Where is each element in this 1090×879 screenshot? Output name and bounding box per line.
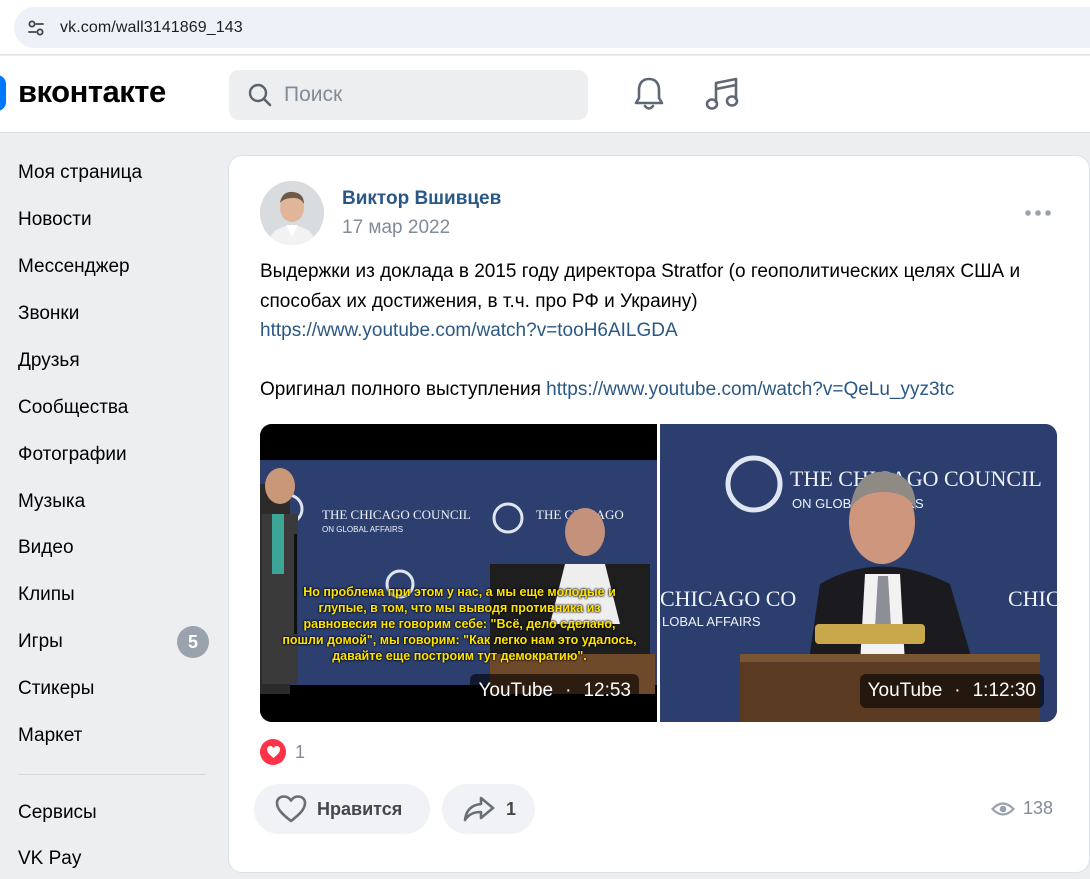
browser-bar: vk.com/wall3141869_143 bbox=[0, 0, 1090, 55]
video-1-duration: 12:53 bbox=[583, 680, 631, 701]
video-2-duration: 1:12:30 bbox=[972, 680, 1036, 701]
post-date[interactable]: 17 мар 2022 bbox=[342, 217, 450, 239]
video-2-separator: · bbox=[954, 680, 961, 701]
sidebar-divider bbox=[18, 774, 205, 775]
vk-header: вконтакте Поиск bbox=[0, 56, 1090, 133]
sidebar-item-clips[interactable]: Клипы bbox=[18, 575, 218, 615]
sidebar-item-calls[interactable]: Звонки bbox=[18, 294, 218, 334]
video-1-subtitle: Но проблема при этом у нас, а мы еще мол… bbox=[282, 585, 637, 663]
video-2-badge: YouTube · 1:12:30 bbox=[859, 674, 1044, 708]
author-avatar[interactable] bbox=[260, 181, 324, 245]
site-settings-icon[interactable] bbox=[16, 8, 56, 48]
svg-text:CHIC: CHIC bbox=[1008, 586, 1057, 611]
post-link-2[interactable]: https://www.youtube.com/watch?v=QeLu_yyz… bbox=[546, 379, 954, 400]
sidebar-item-vk-pay[interactable]: VK Pay bbox=[18, 839, 218, 879]
svg-text:CHICAGO CO: CHICAGO CO bbox=[660, 586, 796, 611]
video-thumbnail-1[interactable]: THE CHICAGO COUNCIL ON GLOBAL AFFAIRS TH… bbox=[260, 424, 657, 722]
svg-text:THE CHICAGO COUNCIL: THE CHICAGO COUNCIL bbox=[322, 507, 471, 522]
sidebar-item-services[interactable]: Сервисы bbox=[18, 793, 218, 833]
sidebar-item-messenger[interactable]: Мессенджер bbox=[18, 247, 218, 287]
video-1-separator: · bbox=[565, 680, 572, 701]
views-counter: 138 bbox=[991, 798, 1053, 819]
search-placeholder: Поиск bbox=[284, 83, 343, 106]
sidebar-item-market[interactable]: Маркет bbox=[18, 716, 218, 756]
music-icon[interactable] bbox=[702, 74, 742, 114]
svg-text:ON GLOBAL AFFAIRS: ON GLOBAL AFFAIRS bbox=[322, 525, 403, 534]
share-arrow-icon bbox=[463, 796, 495, 822]
sidebar-item-news[interactable]: Новости bbox=[18, 200, 218, 240]
heart-outline-icon bbox=[275, 795, 307, 823]
post-author[interactable]: Виктор Вшивцев bbox=[342, 188, 501, 210]
svg-text:THE CHICAGO COUNCIL: THE CHICAGO COUNCIL bbox=[790, 466, 1042, 491]
reaction-heart-icon[interactable] bbox=[260, 739, 286, 765]
sidebar-item-friends[interactable]: Друзья bbox=[18, 341, 218, 381]
vk-logo-icon[interactable] bbox=[0, 75, 6, 111]
share-button[interactable]: 1 bbox=[442, 784, 535, 834]
search-input[interactable]: Поиск bbox=[229, 70, 588, 120]
video-1-badge: YouTube · 12:53 bbox=[470, 674, 639, 708]
post-card: Виктор Вшивцев 17 мар 2022 Выдержки из д… bbox=[228, 155, 1090, 873]
svg-text:LOBAL AFFAIRS: LOBAL AFFAIRS bbox=[662, 614, 761, 629]
vk-logo-text[interactable]: вконтакте bbox=[18, 74, 166, 110]
sidebar-item-video[interactable]: Видео bbox=[18, 528, 218, 568]
games-count-badge: 5 bbox=[177, 626, 209, 658]
notifications-bell-icon[interactable] bbox=[630, 74, 668, 114]
views-count: 138 bbox=[1023, 798, 1054, 818]
more-options-icon[interactable] bbox=[1023, 205, 1053, 221]
like-button[interactable]: Нравится bbox=[254, 784, 430, 834]
sidebar-item-stickers[interactable]: Стикеры bbox=[18, 669, 218, 709]
reactions-count[interactable]: 1 bbox=[295, 742, 305, 763]
search-icon bbox=[248, 83, 272, 107]
like-label: Нравится bbox=[317, 798, 403, 819]
post-text-line2: Оригинал полного выступления bbox=[260, 379, 541, 400]
post-text-line1: Выдержки из доклада в 2015 году директор… bbox=[260, 261, 1021, 312]
post-link-1[interactable]: https://www.youtube.com/watch?v=tooH6AIL… bbox=[260, 320, 678, 341]
video-thumbnail-2[interactable]: THE CHICAGO COUNCIL ON GLOBAL AFFAIRS CH… bbox=[660, 424, 1057, 722]
video-1-source: YouTube bbox=[478, 680, 554, 701]
sidebar-item-communities[interactable]: Сообщества bbox=[18, 388, 218, 428]
share-count: 1 bbox=[506, 798, 517, 819]
sidebar-item-photos[interactable]: Фотографии bbox=[18, 435, 218, 475]
url-text[interactable]: vk.com/wall3141869_143 bbox=[60, 19, 243, 37]
sidebar-item-my-page[interactable]: Моя страница bbox=[18, 153, 218, 193]
eye-icon bbox=[991, 801, 1015, 816]
address-bar[interactable]: vk.com/wall3141869_143 bbox=[14, 7, 1090, 48]
sidebar-item-music[interactable]: Музыка bbox=[18, 482, 218, 522]
video-2-source: YouTube bbox=[867, 680, 943, 701]
post-text: Выдержки из доклада в 2015 году директор… bbox=[260, 257, 1060, 405]
